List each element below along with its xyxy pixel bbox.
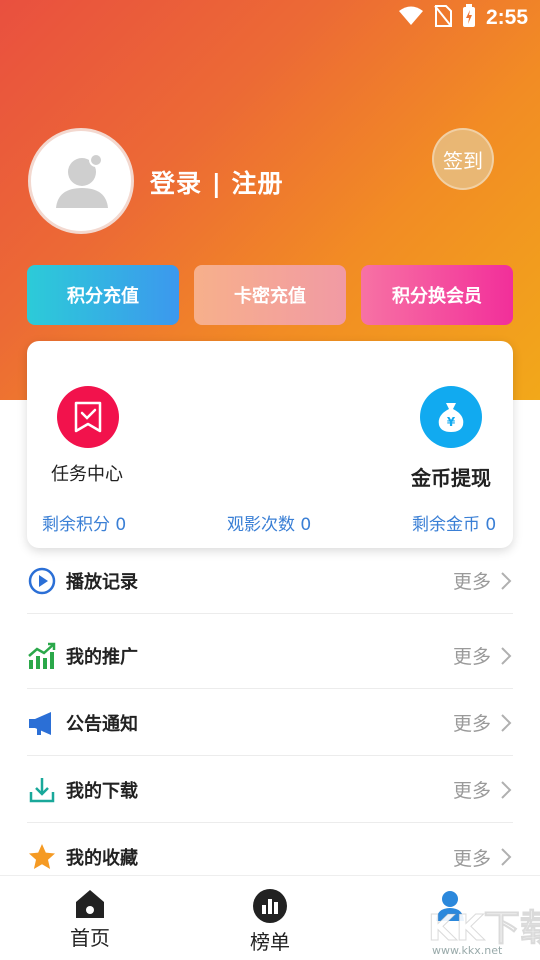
- chevron-right-icon: [501, 646, 512, 665]
- menu-item-my-promotion[interactable]: 我的推广 更多: [27, 623, 513, 689]
- menu-item-label: 公告通知: [66, 713, 138, 735]
- remaining-points: 剩余积分 0: [42, 515, 127, 535]
- play-circle-icon: [27, 566, 57, 596]
- nav-rankings[interactable]: 榜单: [230, 888, 310, 955]
- signin-button[interactable]: 签到: [432, 128, 494, 190]
- more-label: 更多: [452, 847, 491, 870]
- trend-chart-icon: [27, 641, 57, 671]
- home-icon: [76, 890, 104, 918]
- avatar[interactable]: [28, 128, 134, 234]
- points-to-vip-button[interactable]: 积分换会员: [361, 265, 513, 325]
- chevron-right-icon: [501, 713, 512, 732]
- megaphone-icon: [27, 708, 57, 738]
- chevron-right-icon: [501, 571, 512, 590]
- money-bag-icon[interactable]: ¥: [420, 386, 482, 448]
- nav-home[interactable]: 首页: [50, 888, 130, 951]
- coin-withdraw-label[interactable]: 金币提现: [411, 462, 491, 491]
- menu-item-announcements[interactable]: 公告通知 更多: [27, 690, 513, 756]
- task-center-label[interactable]: 任务中心: [51, 460, 123, 486]
- login-register-link[interactable]: 登录 | 注册: [150, 164, 284, 200]
- no-sim-icon: [434, 5, 452, 31]
- remaining-coins: 剩余金币 0: [412, 515, 497, 535]
- card-code-recharge-button[interactable]: 卡密充值: [194, 265, 346, 325]
- nav-home-label: 首页: [70, 926, 110, 950]
- chart-icon: [253, 889, 287, 923]
- status-bar: 2:55: [0, 0, 540, 36]
- task-center-icon[interactable]: [57, 386, 119, 448]
- svg-text:KK下载: KK下载: [428, 908, 540, 949]
- menu-item-play-history[interactable]: 播放记录 更多: [27, 548, 513, 614]
- more-label: 更多: [452, 646, 491, 668]
- wifi-icon: [398, 6, 424, 30]
- menu-item-label: 我的下载: [66, 780, 138, 802]
- status-time: 2:55: [485, 6, 528, 29]
- battery-charging-icon: [462, 4, 476, 32]
- nav-rankings-label: 榜单: [250, 930, 290, 954]
- menu-item-label: 我的收藏: [66, 848, 138, 869]
- star-icon: [27, 842, 57, 872]
- svg-text:¥: ¥: [447, 415, 456, 429]
- watermark-url: www.kkx.net: [432, 944, 503, 957]
- download-icon: [27, 775, 57, 805]
- chevron-right-icon: [501, 848, 512, 866]
- menu-item-my-downloads[interactable]: 我的下载 更多: [27, 757, 513, 823]
- view-count: 观影次数 0: [227, 515, 312, 535]
- more-label: 更多: [452, 780, 491, 802]
- more-label: 更多: [452, 713, 491, 735]
- chevron-right-icon: [501, 780, 512, 799]
- points-recharge-button[interactable]: 积分充值: [27, 265, 179, 325]
- menu-item-label: 播放记录: [66, 571, 138, 593]
- menu-item-label: 我的推广: [66, 646, 138, 668]
- more-label: 更多: [452, 571, 491, 593]
- user-placeholder-icon: [56, 153, 108, 208]
